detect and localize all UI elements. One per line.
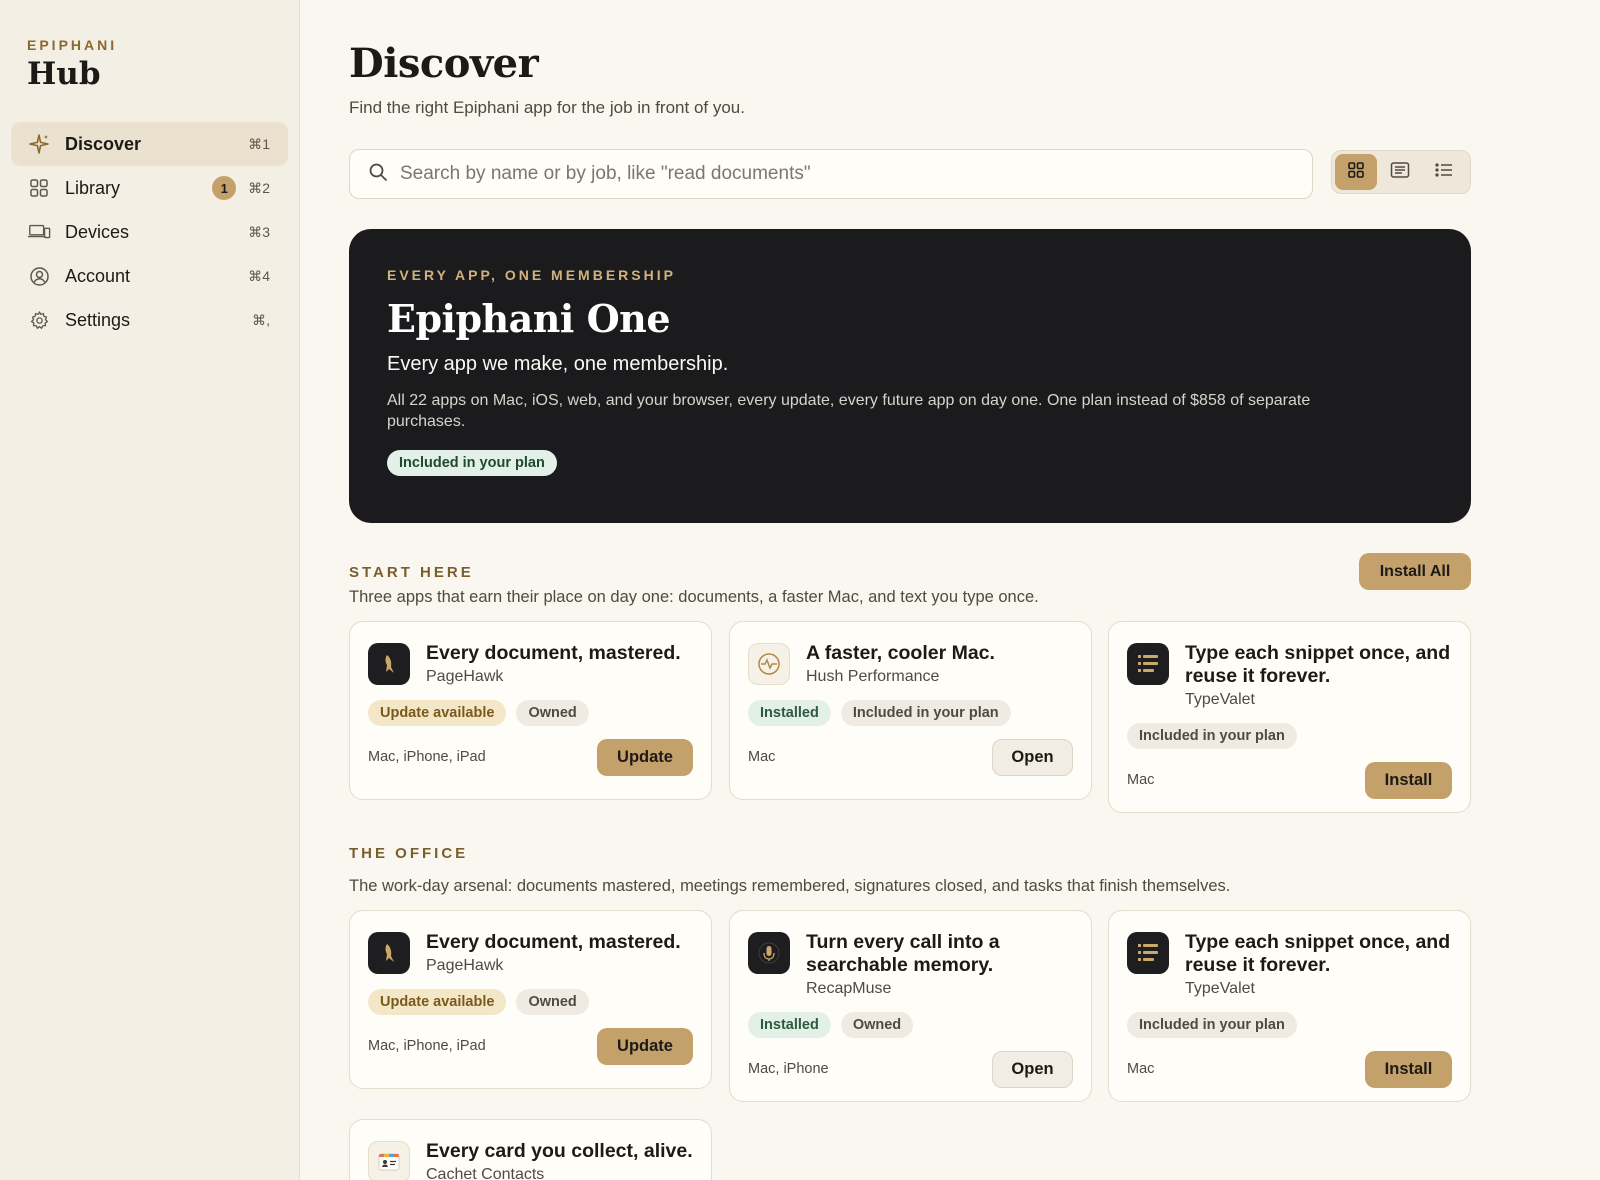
sidebar-item-label: Devices <box>65 221 130 242</box>
app-card-hush-performance[interactable]: A faster, cooler Mac. Hush Performance I… <box>729 621 1092 800</box>
cachet-contacts-app-icon <box>368 1141 410 1180</box>
sidebar-item-label: Discover <box>65 133 142 154</box>
included-in-plan-badge: Included in your plan <box>1127 723 1297 749</box>
section-eyebrow-the-office: THE OFFICE <box>349 845 469 862</box>
grid-icon <box>1347 161 1365 184</box>
plan-status-badge: Included in your plan <box>387 450 557 476</box>
shortcut-hint: ⌘2 <box>248 179 270 196</box>
app-name: PageHawk <box>426 957 504 974</box>
search-bar[interactable] <box>349 149 1313 199</box>
update-button[interactable]: Update <box>597 738 693 776</box>
platforms-label: Mac <box>1127 772 1155 788</box>
sidebar-item-discover[interactable]: Discover ⌘1 <box>11 122 288 166</box>
app-card-title: Type each snippet once, and reuse it for… <box>1185 642 1451 687</box>
pagehawk-app-icon <box>368 932 410 974</box>
app-card-pagehawk[interactable]: Every document, mastered. PageHawk Updat… <box>349 621 712 800</box>
view-mode-toggle <box>1331 150 1471 194</box>
app-card-title: Every document, mastered. <box>426 931 681 953</box>
app-card-typevalet[interactable]: Type each snippet once, and reuse it for… <box>1108 621 1471 813</box>
included-in-plan-badge: Included in your plan <box>840 700 1011 726</box>
sidebar-item-devices[interactable]: Devices ⌘3 <box>11 210 288 254</box>
app-name: TypeValet <box>1185 980 1255 997</box>
hush-performance-app-icon <box>748 643 790 685</box>
user-circle-icon <box>27 264 51 288</box>
platforms-label: Mac, iPhone, iPad <box>368 1038 486 1054</box>
hero-tagline: Every app we make, one membership. <box>387 353 729 375</box>
sidebar: EPIPHANI Hub Discover ⌘1 Library 1 ⌘2 De… <box>0 0 300 1180</box>
app-card-title: Turn every call into a searchable memory… <box>806 931 1000 976</box>
brand-eyebrow: EPIPHANI <box>27 37 118 53</box>
page-subtitle: Find the right Epiphani app for the job … <box>349 98 745 117</box>
shortcut-hint: ⌘4 <box>248 267 270 284</box>
app-name: PageHawk <box>426 668 504 685</box>
install-all-button[interactable]: Install All <box>1359 553 1471 590</box>
sidebar-item-label: Library <box>65 177 121 198</box>
open-button[interactable]: Open <box>992 738 1073 776</box>
app-card-recapmuse[interactable]: Turn every call into a searchable memory… <box>729 910 1092 1102</box>
open-button[interactable]: Open <box>992 1050 1073 1088</box>
brand-title: Hub <box>27 56 101 92</box>
owned-badge: Owned <box>840 1012 914 1038</box>
sidebar-item-account[interactable]: Account ⌘4 <box>11 254 288 298</box>
sidebar-item-label: Account <box>65 265 131 286</box>
search-icon <box>368 162 388 187</box>
sidebar-item-label: Settings <box>65 309 131 330</box>
devices-icon <box>27 220 51 244</box>
grid-icon <box>27 176 51 200</box>
owned-badge: Owned <box>516 700 589 726</box>
shortcut-hint: ⌘3 <box>248 223 270 240</box>
owned-badge: Owned <box>516 989 589 1015</box>
platforms-label: Mac <box>748 749 776 765</box>
list-view-button[interactable] <box>1423 154 1465 190</box>
app-card-pagehawk[interactable]: Every document, mastered. PageHawk Updat… <box>349 910 712 1089</box>
pagehawk-app-icon <box>368 643 410 685</box>
section-description: The work-day arsenal: documents mastered… <box>349 877 1231 895</box>
platforms-label: Mac <box>1127 1061 1155 1077</box>
update-available-badge: Update available <box>368 989 507 1015</box>
section-description: Three apps that earn their place on day … <box>349 588 1039 606</box>
typevalet-app-icon <box>1127 932 1169 974</box>
hero-title: Epiphani One <box>387 296 671 341</box>
count-badge: 1 <box>212 176 237 200</box>
hero-eyebrow: EVERY APP, ONE MEMBERSHIP <box>387 267 676 283</box>
app-name: Cachet Contacts <box>426 1166 545 1180</box>
list-icon <box>1434 161 1454 184</box>
app-card-typevalet[interactable]: Type each snippet once, and reuse it for… <box>1108 910 1471 1102</box>
app-card-title: A faster, cooler Mac. <box>806 642 995 664</box>
sidebar-item-settings[interactable]: Settings ⌘, <box>11 298 288 342</box>
app-name: Hush Performance <box>806 668 940 685</box>
page-title: Discover <box>349 40 539 87</box>
install-button[interactable]: Install <box>1365 761 1452 799</box>
shortcut-hint: ⌘1 <box>248 135 270 152</box>
included-in-plan-badge: Included in your plan <box>1127 1012 1297 1038</box>
shortcut-hint: ⌘, <box>252 311 270 328</box>
recapmuse-app-icon <box>748 932 790 974</box>
platforms-label: Mac, iPhone, iPad <box>368 749 486 765</box>
app-card-title: Every card you collect, alive. <box>426 1140 693 1162</box>
sparkle-icon <box>27 132 51 156</box>
typevalet-app-icon <box>1127 643 1169 685</box>
app-card-cachet-contacts[interactable]: Every card you collect, alive. Cachet Co… <box>349 1119 712 1180</box>
app-card-title: Every document, mastered. <box>426 642 681 664</box>
card-list-icon <box>1390 161 1410 184</box>
app-name: RecapMuse <box>806 980 892 997</box>
platforms-label: Mac, iPhone <box>748 1061 829 1077</box>
install-button[interactable]: Install <box>1365 1050 1452 1088</box>
search-input[interactable] <box>400 163 1280 185</box>
hero-description: All 22 apps on Mac, iOS, web, and your b… <box>387 392 1311 430</box>
update-button[interactable]: Update <box>597 1027 693 1065</box>
app-card-title: Type each snippet once, and reuse it for… <box>1185 931 1451 976</box>
sidebar-item-library[interactable]: Library 1 ⌘2 <box>11 166 288 210</box>
app-name: TypeValet <box>1185 691 1255 708</box>
section-eyebrow-start-here: START HERE <box>349 564 474 581</box>
sidebar-nav: Discover ⌘1 Library 1 ⌘2 Devices ⌘3 Acco… <box>11 122 288 342</box>
grid-view-button[interactable] <box>1335 154 1377 190</box>
update-available-badge: Update available <box>368 700 507 726</box>
membership-hero: EVERY APP, ONE MEMBERSHIP Epiphani One E… <box>349 229 1471 523</box>
installed-badge: Installed <box>748 700 831 726</box>
installed-badge: Installed <box>748 1012 831 1038</box>
gear-icon <box>27 308 51 332</box>
card-view-button[interactable] <box>1379 154 1421 190</box>
